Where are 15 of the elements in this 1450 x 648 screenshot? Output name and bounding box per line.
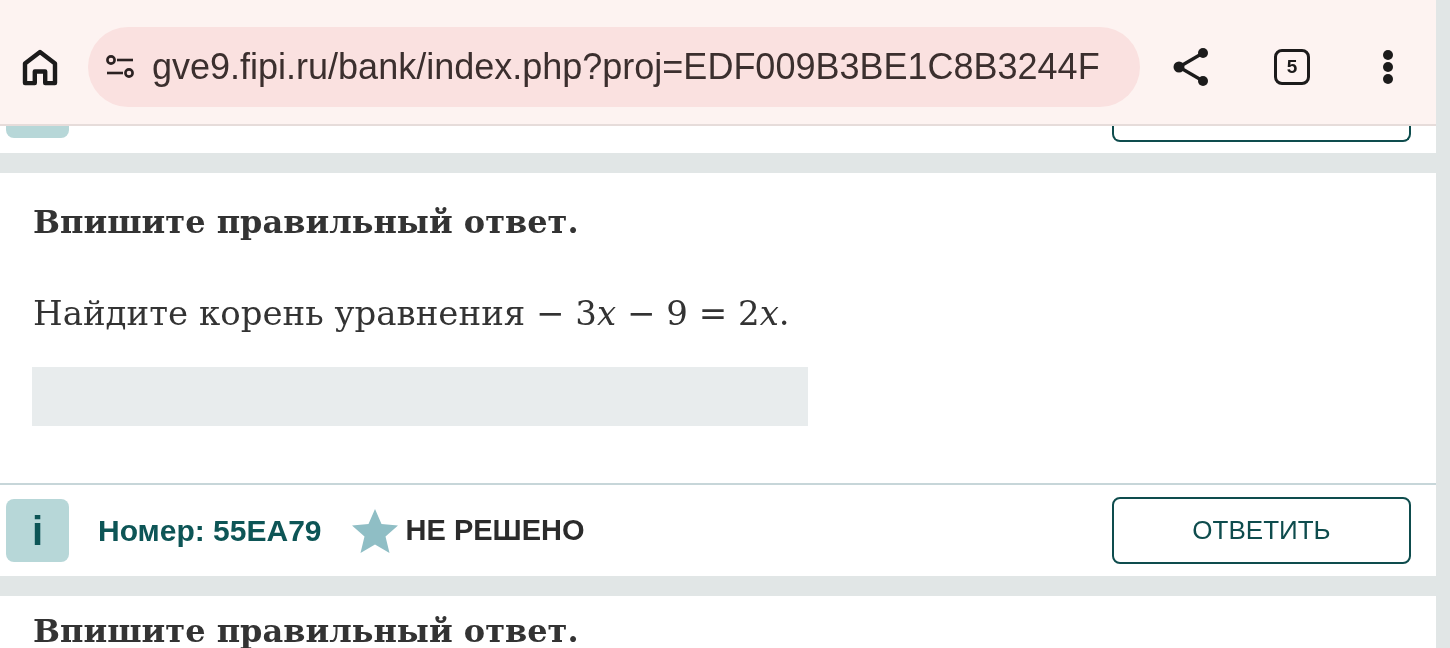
task-instruction: Впишите правильный ответ. xyxy=(33,614,579,648)
answer-button[interactable] xyxy=(1112,126,1411,142)
address-bar[interactable]: gve9.fipi.ru/bank/index.php?proj=EDF009B3BE1C8B3244F xyxy=(88,27,1140,107)
task-number: Номер: 55EA79 xyxy=(98,513,322,549)
info-button[interactable]: i xyxy=(6,499,69,562)
menu-icon[interactable] xyxy=(1382,49,1394,85)
task-question: Найдите корень уравнения − 3x − 9 = 2x. xyxy=(33,292,790,335)
home-icon[interactable] xyxy=(22,48,58,86)
tab-switcher-button[interactable]: 5 xyxy=(1274,49,1310,85)
answer-button[interactable]: ОТВЕТИТЬ xyxy=(1112,497,1411,564)
task-instruction: Впишите правильный ответ. xyxy=(33,202,579,243)
site-settings-icon[interactable] xyxy=(105,55,135,79)
status-label: НЕ РЕШЕНО xyxy=(405,512,585,548)
star-icon xyxy=(350,507,399,554)
url-text: gve9.fipi.ru/bank/index.php?proj=EDF009B3BE1C8B3244F xyxy=(152,45,1100,89)
